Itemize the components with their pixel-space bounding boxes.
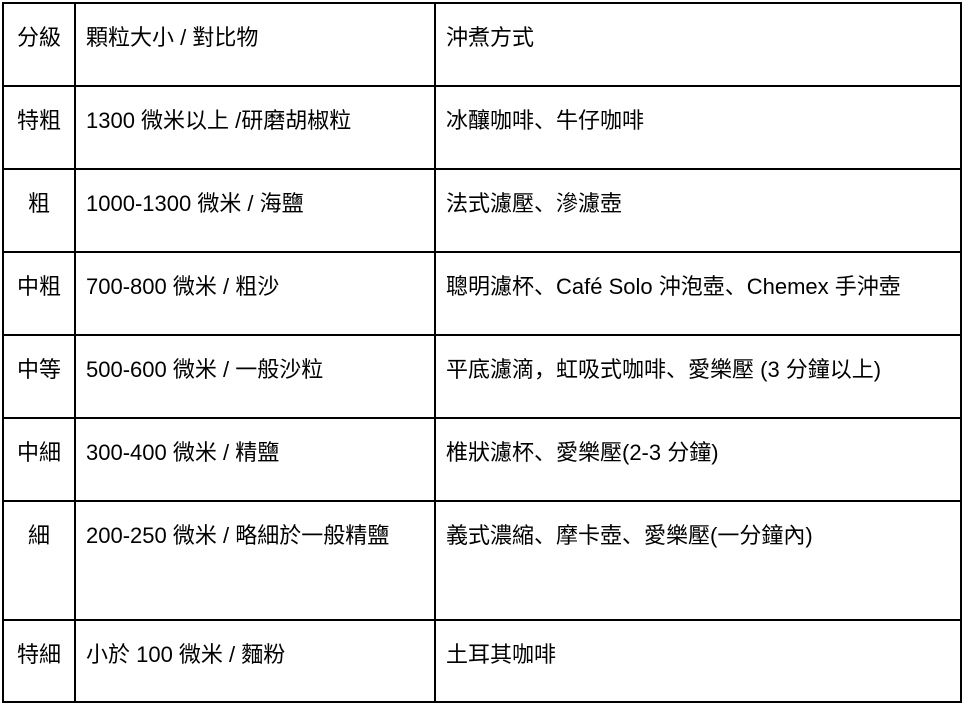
table-row: 細 200-250 微米 / 略細於一般精鹽 義式濃縮、摩卡壺、愛樂壓(一分鐘內… bbox=[2, 500, 962, 621]
brew-method-cell: 冰釀咖啡、牛仔咖啡 bbox=[434, 85, 962, 170]
coffee-grind-table: 分級 顆粒大小 / 對比物 沖煮方式 特粗 1300 微米以上 /研磨胡椒粒 冰… bbox=[2, 2, 962, 703]
brew-method-cell: 義式濃縮、摩卡壺、愛樂壓(一分鐘內) bbox=[434, 500, 962, 621]
table-row: 粗 1000-1300 微米 / 海鹽 法式濾壓、滲濾壺 bbox=[2, 168, 962, 253]
grind-level-cell: 特細 bbox=[2, 619, 76, 703]
header-row: 分級 顆粒大小 / 對比物 沖煮方式 bbox=[2, 2, 962, 87]
brew-method-cell: 法式濾壓、滲濾壺 bbox=[434, 168, 962, 253]
header-cell-level: 分級 bbox=[2, 2, 76, 87]
brew-method-cell: 平底濾滴，虹吸式咖啡、愛樂壓 (3 分鐘以上) bbox=[434, 334, 962, 419]
grind-size-cell: 700-800 微米 / 粗沙 bbox=[74, 251, 436, 336]
header-cell-method: 沖煮方式 bbox=[434, 2, 962, 87]
grind-size-cell: 小於 100 微米 / 麵粉 bbox=[74, 619, 436, 703]
grind-level-cell: 特粗 bbox=[2, 85, 76, 170]
header-cell-size: 顆粒大小 / 對比物 bbox=[74, 2, 436, 87]
grind-level-cell: 細 bbox=[2, 500, 76, 621]
brew-method-cell: 椎狀濾杯、愛樂壓(2-3 分鐘) bbox=[434, 417, 962, 502]
grind-size-cell: 1300 微米以上 /研磨胡椒粒 bbox=[74, 85, 436, 170]
table-row: 特粗 1300 微米以上 /研磨胡椒粒 冰釀咖啡、牛仔咖啡 bbox=[2, 85, 962, 170]
grind-size-cell: 500-600 微米 / 一般沙粒 bbox=[74, 334, 436, 419]
brew-method-cell: 聰明濾杯、Café Solo 沖泡壺、Chemex 手沖壺 bbox=[434, 251, 962, 336]
grind-level-cell: 中等 bbox=[2, 334, 76, 419]
grind-size-cell: 1000-1300 微米 / 海鹽 bbox=[74, 168, 436, 253]
grind-size-cell: 200-250 微米 / 略細於一般精鹽 bbox=[74, 500, 436, 621]
table-row: 中等 500-600 微米 / 一般沙粒 平底濾滴，虹吸式咖啡、愛樂壓 (3 分… bbox=[2, 334, 962, 419]
grind-level-cell: 中細 bbox=[2, 417, 76, 502]
table-row: 中細 300-400 微米 / 精鹽 椎狀濾杯、愛樂壓(2-3 分鐘) bbox=[2, 417, 962, 502]
grind-level-cell: 粗 bbox=[2, 168, 76, 253]
brew-method-cell: 土耳其咖啡 bbox=[434, 619, 962, 703]
grind-size-cell: 300-400 微米 / 精鹽 bbox=[74, 417, 436, 502]
table-row: 中粗 700-800 微米 / 粗沙 聰明濾杯、Café Solo 沖泡壺、Ch… bbox=[2, 251, 962, 336]
grind-level-cell: 中粗 bbox=[2, 251, 76, 336]
table-row: 特細 小於 100 微米 / 麵粉 土耳其咖啡 bbox=[2, 619, 962, 703]
